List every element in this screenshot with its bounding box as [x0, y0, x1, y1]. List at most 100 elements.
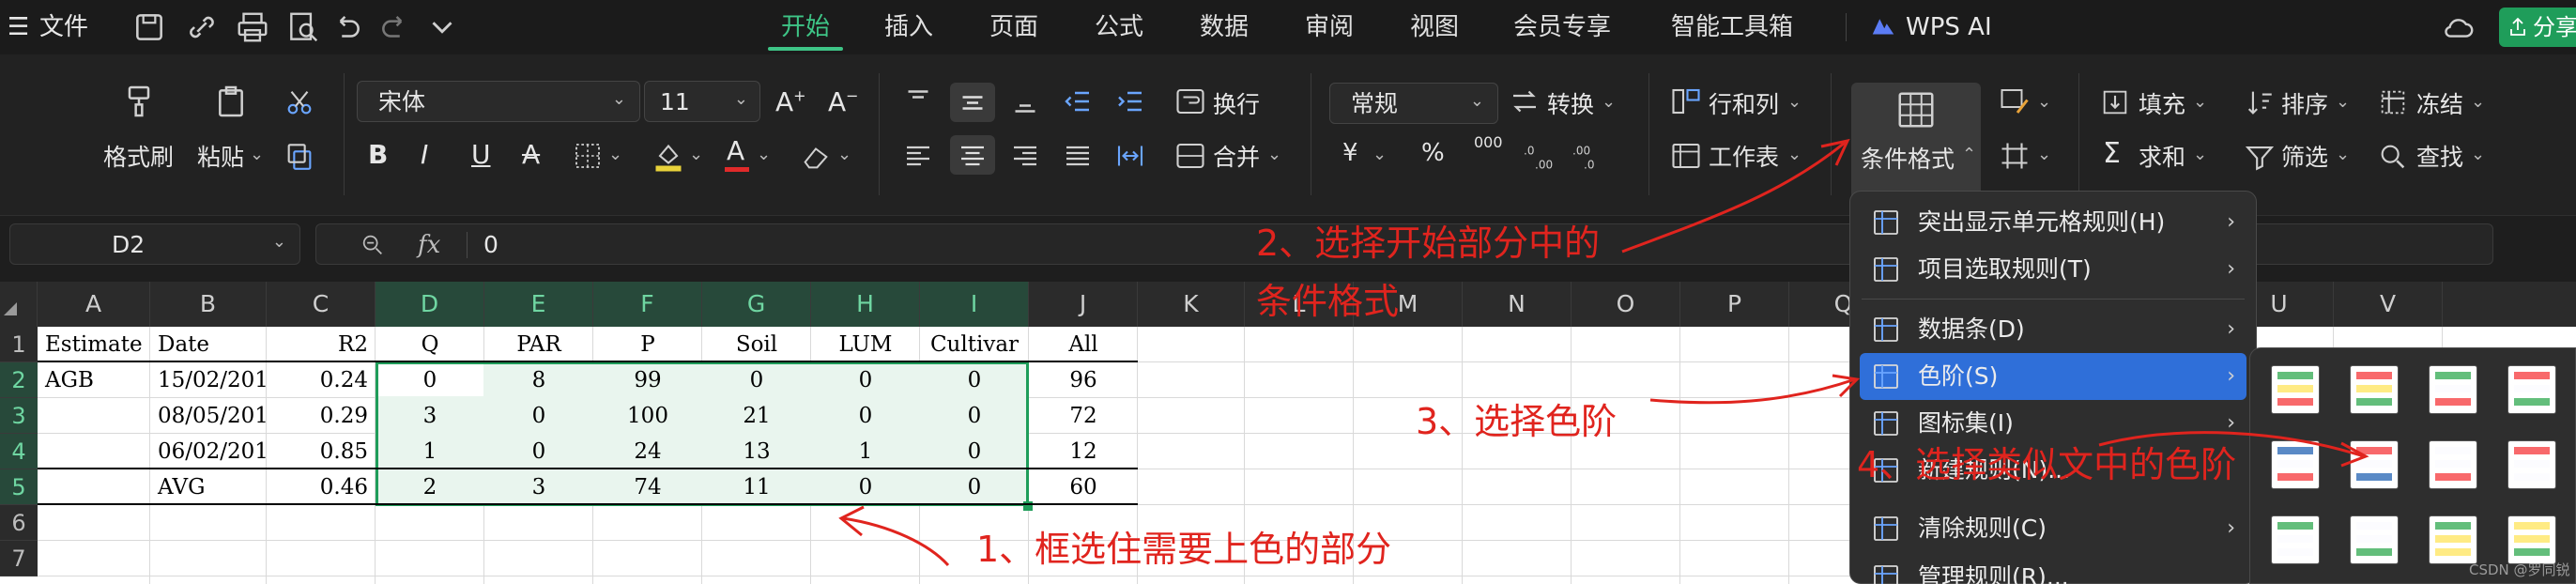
- wrap-text-button[interactable]: 换行: [1213, 86, 1260, 120]
- bold-icon[interactable]: B: [368, 139, 388, 170]
- color-scale-swatch[interactable]: [2429, 515, 2477, 564]
- chevron-down-icon[interactable]: ⌄: [2193, 92, 2207, 112]
- table-cell[interactable]: 0.24: [267, 362, 376, 398]
- format-painter-button[interactable]: 格式刷: [103, 139, 174, 173]
- save-icon[interactable]: [131, 9, 167, 45]
- cut-icon[interactable]: [284, 86, 315, 118]
- column-header-k[interactable]: K: [1138, 282, 1245, 327]
- column-header-i[interactable]: I: [920, 282, 1029, 327]
- header-cell[interactable]: Estimate: [38, 327, 150, 362]
- table-cell[interactable]: 1: [376, 434, 484, 469]
- row-header-6[interactable]: 6: [0, 505, 38, 541]
- rows-columns-button[interactable]: 行和列: [1709, 86, 1779, 120]
- column-header-j[interactable]: J: [1029, 282, 1138, 327]
- column-header-a[interactable]: A: [38, 282, 150, 327]
- convert-button[interactable]: 转换: [1547, 86, 1594, 120]
- color-scale-swatch[interactable]: [2429, 440, 2477, 489]
- table-cell[interactable]: 2: [376, 469, 484, 505]
- thousands-separator-icon[interactable]: 000: [1474, 133, 1503, 151]
- share-link-icon[interactable]: [184, 9, 220, 45]
- copy-icon[interactable]: [284, 141, 315, 173]
- row-header-3[interactable]: 3: [0, 398, 38, 434]
- chevron-down-icon[interactable]: [424, 9, 460, 45]
- column-header-h[interactable]: H: [811, 282, 920, 327]
- table-cell[interactable]: AVG: [150, 469, 267, 505]
- tab-page[interactable]: 页面: [976, 0, 1051, 54]
- chevron-down-icon[interactable]: ⌄: [2193, 145, 2207, 164]
- align-top-icon[interactable]: [901, 85, 935, 118]
- row-header-7[interactable]: 7: [0, 541, 38, 576]
- merge-cells-icon[interactable]: [1173, 139, 1207, 173]
- menu-item-clear-rules[interactable]: 清除规则(C) ›: [1860, 505, 2246, 552]
- color-scale-swatch[interactable]: [2271, 365, 2320, 414]
- table-cell[interactable]: 0: [920, 469, 1029, 505]
- table-cell[interactable]: 99: [593, 362, 702, 398]
- tab-review[interactable]: 审阅: [1292, 0, 1367, 54]
- redo-icon[interactable]: [377, 9, 413, 45]
- chevron-down-icon[interactable]: ⌄: [837, 145, 851, 164]
- paste-button[interactable]: 粘贴: [197, 139, 244, 173]
- underline-icon[interactable]: U: [471, 139, 491, 170]
- tab-home[interactable]: 开始: [768, 0, 843, 54]
- column-header-g[interactable]: G: [702, 282, 811, 327]
- borders-icon[interactable]: [573, 141, 603, 171]
- hamburger-menu-icon[interactable]: ☰: [8, 0, 29, 54]
- eraser-icon[interactable]: [800, 141, 832, 173]
- table-cell[interactable]: 8: [484, 362, 593, 398]
- increase-decimal-icon[interactable]: .0.00: [1521, 139, 1555, 173]
- table-cell[interactable]: 0: [484, 398, 593, 434]
- row-header-2[interactable]: 2: [0, 362, 38, 398]
- menu-item-color-scale[interactable]: 色阶(S) ›: [1860, 353, 2246, 400]
- tab-data[interactable]: 数据: [1187, 0, 1262, 54]
- column-header-f[interactable]: F: [593, 282, 702, 327]
- align-bottom-icon[interactable]: [1008, 85, 1042, 118]
- name-box[interactable]: D2 ⌄: [9, 223, 300, 265]
- color-scale-swatch[interactable]: [2507, 515, 2556, 564]
- fill-color-icon[interactable]: [652, 139, 685, 173]
- column-header-n[interactable]: N: [1463, 282, 1572, 327]
- table-cell[interactable]: [38, 398, 150, 434]
- sum-button[interactable]: 求和: [2139, 139, 2185, 173]
- table-cell[interactable]: [38, 434, 150, 469]
- header-cell[interactable]: LUM: [811, 327, 920, 362]
- table-cell[interactable]: 0: [484, 434, 593, 469]
- chevron-down-icon[interactable]: ⌄: [2336, 92, 2350, 112]
- column-header-e[interactable]: E: [484, 282, 593, 327]
- menu-item-top-bottom-rules[interactable]: 项目选取规则(T) ›: [1860, 246, 2246, 293]
- chevron-down-icon[interactable]: ⌄: [1267, 145, 1281, 164]
- row-header-1[interactable]: 1: [0, 327, 38, 362]
- chevron-down-icon[interactable]: ⌄: [1372, 145, 1387, 164]
- header-cell[interactable]: All: [1029, 327, 1138, 362]
- chevron-down-icon[interactable]: ⌄: [2037, 145, 2051, 164]
- table-cell[interactable]: AGB: [38, 362, 150, 398]
- formula-value[interactable]: 0: [483, 224, 498, 266]
- column-header-b[interactable]: B: [150, 282, 267, 327]
- row-header-4[interactable]: 4: [0, 434, 38, 469]
- column-header-c[interactable]: C: [267, 282, 376, 327]
- table-cell[interactable]: 0.29: [267, 398, 376, 434]
- wrap-text-icon[interactable]: [1173, 85, 1207, 118]
- table-cell[interactable]: 0: [811, 362, 920, 398]
- find-icon[interactable]: [2377, 141, 2409, 173]
- paste-icon[interactable]: [212, 83, 250, 120]
- tab-formula[interactable]: 公式: [1081, 0, 1157, 54]
- table-cell[interactable]: 24: [593, 434, 702, 469]
- font-size-select[interactable]: 11 ⌄: [644, 81, 760, 122]
- table-cell[interactable]: 60: [1029, 469, 1138, 505]
- table-cell[interactable]: 0: [811, 469, 920, 505]
- table-cell[interactable]: 12: [1029, 434, 1138, 469]
- align-middle-icon[interactable]: [956, 85, 989, 118]
- table-cell[interactable]: 08/05/2011: [150, 398, 267, 434]
- header-cell[interactable]: P: [593, 327, 702, 362]
- fx-icon[interactable]: fx: [418, 224, 440, 266]
- freeze-button[interactable]: 冻结: [2416, 86, 2463, 120]
- fill-button[interactable]: 填充: [2139, 86, 2185, 120]
- table-cell[interactable]: 11: [702, 469, 811, 505]
- align-left-icon[interactable]: [901, 139, 935, 173]
- chevron-down-icon[interactable]: ⌄: [2336, 145, 2350, 164]
- color-scale-swatch[interactable]: [2350, 515, 2399, 564]
- chevron-down-icon[interactable]: ⌄: [689, 145, 703, 164]
- table-cell[interactable]: 3: [484, 469, 593, 505]
- tab-smart-toolbox[interactable]: 智能工具箱: [1662, 0, 1802, 54]
- increase-indent-icon[interactable]: [1113, 85, 1147, 118]
